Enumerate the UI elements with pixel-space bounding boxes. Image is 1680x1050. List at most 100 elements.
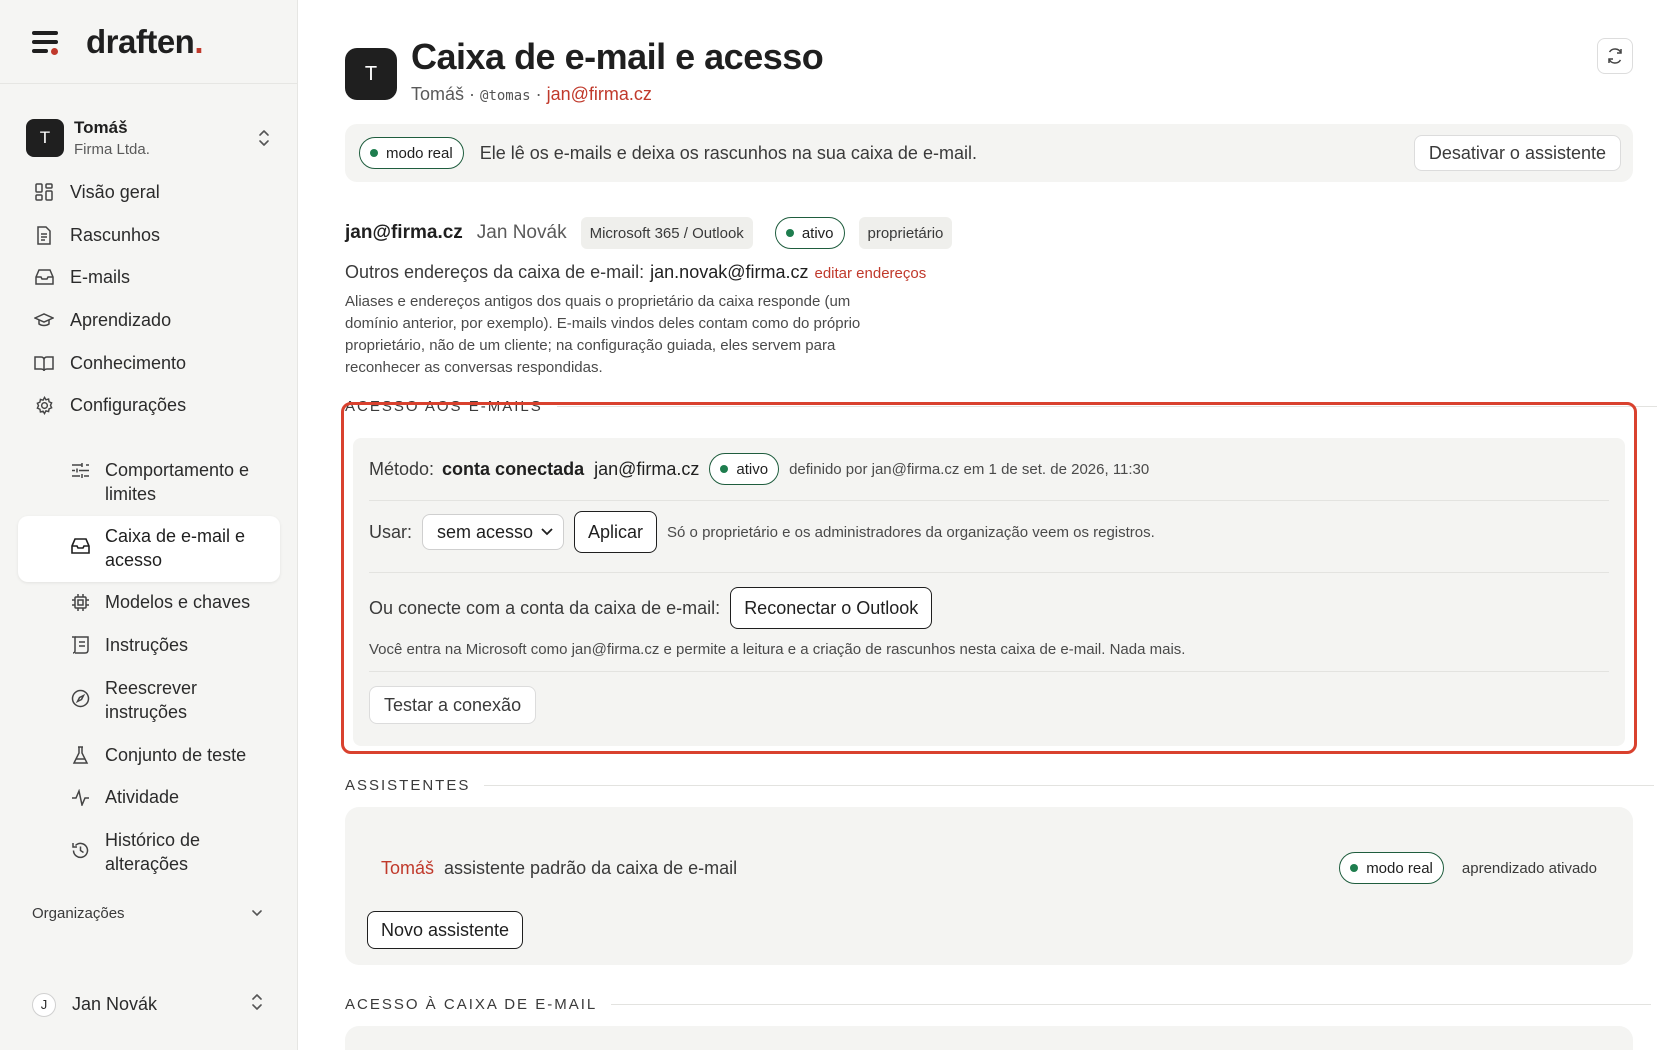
- nav-label: Rascunhos: [70, 224, 161, 245]
- flask-icon: [70, 745, 90, 765]
- user-switcher[interactable]: J Jan Novák: [32, 992, 264, 1017]
- mailbox-access-card: [345, 1026, 1633, 1050]
- subnav-label: Instruções: [105, 635, 189, 655]
- separator: ·: [530, 84, 547, 104]
- provider-tag: Microsoft 365 / Outlook: [580, 217, 753, 249]
- assistant-description: assistente padrão da caixa de e-mail: [444, 857, 738, 878]
- user-name: Jan Novák: [72, 994, 158, 1014]
- other-addresses-value: jan.novak@firma.cz: [650, 262, 809, 282]
- page-title: Caixa de e-mail e acesso: [411, 36, 824, 77]
- chevron-updown-icon: [250, 992, 264, 1017]
- section-heading-mailbox-access: ACESSO À CAIXA DE E-MAIL: [345, 996, 1652, 1013]
- history-icon: [70, 840, 90, 860]
- activity-icon: [70, 787, 90, 807]
- nav-item-overview[interactable]: Visão geral: [34, 178, 160, 206]
- mailbox-header: jan@firma.cz Jan Novák Microsoft 365 / O…: [345, 217, 953, 249]
- subnav-item-mailbox-access[interactable]: Caixa de e-mail e acesso: [70, 524, 265, 572]
- account-avatar: T: [26, 119, 64, 157]
- account-switcher[interactable]: T Tomáš Firma Ltda.: [26, 116, 272, 160]
- subnav-item-models[interactable]: Modelos e chaves: [70, 590, 250, 614]
- subnav-item-rewrite[interactable]: Reescrever instruções: [70, 676, 265, 724]
- refresh-icon: [1608, 48, 1622, 64]
- sliders-icon: [70, 460, 90, 480]
- brand-bar: draften.: [0, 0, 297, 84]
- document-icon: [34, 225, 54, 245]
- assistant-status: modo real aprendizado ativado: [1339, 852, 1597, 884]
- nav-label: Aprendizado: [70, 309, 172, 330]
- nav-label: Conhecimento: [70, 352, 187, 373]
- account-name: Tomáš: [74, 118, 128, 137]
- nav-label: Configurações: [70, 394, 187, 415]
- highlight-frame: [341, 402, 1637, 754]
- compass-icon: [70, 688, 90, 708]
- nav-item-learning[interactable]: Aprendizado: [34, 306, 171, 334]
- gear-icon: [34, 395, 54, 415]
- status-badge: ativo: [774, 217, 845, 249]
- owner-email-link[interactable]: jan@firma.cz: [547, 84, 652, 104]
- logo: draften.: [86, 22, 204, 60]
- nav-item-emails[interactable]: E-mails: [34, 263, 130, 291]
- subnav-label: Atividade: [105, 787, 180, 807]
- subnav-label: Conjunto de teste: [105, 745, 247, 765]
- assistant-mode-pill: modo real: [1339, 852, 1444, 884]
- nav-item-knowledge[interactable]: Conhecimento: [34, 349, 186, 377]
- subnav-item-activity[interactable]: Atividade: [70, 785, 179, 809]
- mode-description: Ele lê os e-mails e deixa os rascunhos n…: [479, 142, 977, 163]
- inbox-icon: [34, 267, 54, 287]
- organizations-toggle[interactable]: Organizações: [32, 905, 264, 922]
- subnav-label: Modelos e chaves: [105, 592, 251, 612]
- mode-pill-label: modo real: [386, 144, 453, 162]
- status-dot: [370, 149, 378, 157]
- chevron-updown-icon: [256, 128, 272, 148]
- status-dot: [1350, 864, 1359, 872]
- subnav-item-history[interactable]: Histórico de alterações: [70, 828, 265, 876]
- new-assistant-button[interactable]: Novo assistente: [367, 911, 524, 949]
- edit-addresses-link[interactable]: editar endereços: [814, 265, 926, 282]
- mailbox-owner-name: Jan Novák: [476, 222, 567, 243]
- mode-label: modo real: [1366, 859, 1433, 877]
- main-content: T Caixa de e-mail e acesso Tomáš · @toma…: [341, 0, 1657, 1050]
- nav-item-settings[interactable]: Configurações: [34, 391, 186, 419]
- other-addresses-label: Outros endereços da caixa de e-mail:: [345, 262, 645, 282]
- subnav-label: Histórico de alterações: [105, 830, 201, 874]
- graduation-cap-icon: [34, 310, 54, 330]
- inbox-icon: [70, 536, 90, 556]
- learning-status: aprendizado ativado: [1461, 859, 1597, 877]
- disable-assistant-button[interactable]: Desativar o assistente: [1413, 135, 1621, 171]
- owner-name: Tomáš: [411, 84, 465, 104]
- sidebar: draften. T Tomáš Firma Ltda. Visão geral…: [0, 0, 298, 1050]
- mailbox-email: jan@firma.cz: [345, 222, 463, 243]
- separator: ·: [464, 84, 481, 104]
- subnav-item-behavior[interactable]: Comportamento e limites: [70, 458, 265, 506]
- menu-icon[interactable]: [32, 30, 60, 55]
- user-avatar: J: [32, 992, 56, 1017]
- assistants-card: Tomáš assistente padrão da caixa de e-ma…: [345, 807, 1633, 965]
- subnav-item-instructions[interactable]: Instruções: [70, 633, 188, 657]
- grid-icon: [34, 182, 54, 202]
- page-avatar: T: [345, 48, 397, 100]
- assistant-row[interactable]: Tomáš assistente padrão da caixa de e-ma…: [381, 851, 1597, 885]
- section-rule: [484, 785, 1655, 786]
- subnav-label: Caixa de e-mail e acesso: [105, 526, 246, 570]
- nav-label: E-mails: [70, 266, 131, 287]
- section-title: ACESSO À CAIXA DE E-MAIL: [345, 996, 598, 1013]
- subnav-item-test-set[interactable]: Conjunto de teste: [70, 743, 246, 767]
- assistant-name[interactable]: Tomáš: [381, 858, 434, 879]
- section-rule: [611, 1004, 1652, 1005]
- organizations-label: Organizações: [32, 905, 125, 922]
- nav-item-drafts[interactable]: Rascunhos: [34, 221, 160, 249]
- role-tag: proprietário: [858, 217, 953, 249]
- account-org: Firma Ltda.: [74, 141, 150, 158]
- status-label: ativo: [801, 224, 834, 242]
- section-title: ASSISTENTES: [345, 777, 471, 794]
- section-heading-assistants: ASSISTENTES: [345, 777, 1655, 794]
- book-icon: [34, 353, 54, 373]
- refresh-button[interactable]: [1597, 38, 1633, 74]
- nav-label: Visão geral: [70, 181, 160, 202]
- mode-pill: modo real: [359, 137, 464, 169]
- page-subtitle: Tomáš · @tomas · jan@firma.cz: [411, 84, 652, 105]
- other-addresses: Outros endereços da caixa de e-mail: jan.…: [345, 262, 926, 283]
- subnav-label: Comportamento e limites: [105, 460, 250, 504]
- mode-bar: modo real Ele lê os e-mails e deixa os r…: [345, 124, 1633, 182]
- chevron-down-icon: [250, 905, 264, 922]
